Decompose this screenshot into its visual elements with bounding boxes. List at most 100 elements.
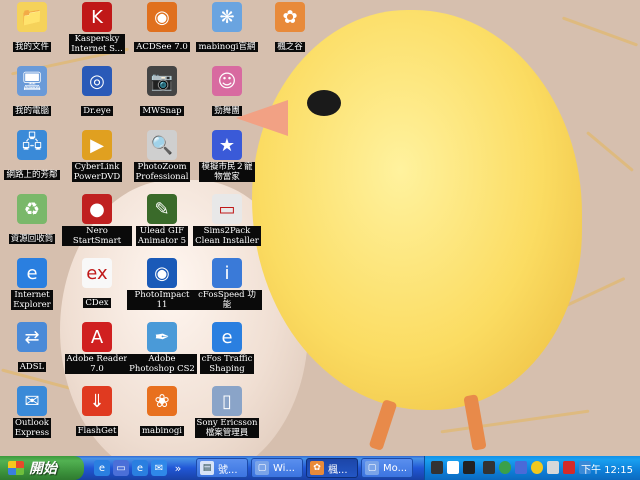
desktop-icon-label: cFosSpeed 功能 <box>192 290 262 310</box>
window-icon: ▢ <box>365 461 379 475</box>
task-button[interactable]: ▤ 號... <box>196 458 248 478</box>
audition-icon: ☺ <box>212 66 242 96</box>
network-icon[interactable] <box>515 461 527 474</box>
ie-icon[interactable]: e <box>132 460 148 476</box>
nero-icon: ● <box>82 194 112 224</box>
network-places-icon: 🖧 <box>17 130 47 160</box>
desktop-icon-label: Adobe Photoshop CS2 <box>127 354 197 374</box>
task-button[interactable]: ▢ Wi... <box>251 458 303 478</box>
desktop-icon-label: MWSnap <box>140 106 184 116</box>
mwsnap-icon: 📷 <box>147 66 177 96</box>
volume-icon[interactable] <box>547 461 559 474</box>
desktop-icon-dreye[interactable]: ◎ Dr.eye <box>62 66 132 117</box>
desktop-icon-cfosspeed[interactable]: i cFosSpeed 功能 <box>192 258 262 311</box>
desktop-icon-audition[interactable]: ☺ 勁舞團 <box>192 66 262 117</box>
smiley-icon[interactable] <box>531 461 543 474</box>
desktop-icon-cdex[interactable]: ex CDex <box>62 258 132 309</box>
task-label: Wi... <box>273 462 295 474</box>
messenger-icon[interactable] <box>499 461 511 474</box>
mabinogi-web-icon: ❋ <box>212 2 242 32</box>
desktop-icon-label: Outlook Express <box>12 418 52 438</box>
sony-ericsson-icon: ▯ <box>212 386 242 416</box>
task-button-active[interactable]: ✿ 楓... <box>306 458 358 478</box>
photozoom-icon: 🔍 <box>147 130 177 160</box>
windows-logo-icon <box>8 461 24 475</box>
task-label: 號... <box>218 464 238 476</box>
desktop-icon-adobe-reader[interactable]: A Adobe Reader 7.0 <box>62 322 132 375</box>
desktop-icon-mabinogi-web[interactable]: ❋ mabinogi官網 <box>192 2 262 53</box>
clock: 下午 12:15 <box>581 465 633 476</box>
desktop-icon-label: 我的電腦 <box>12 106 51 116</box>
desktop-icon-network-places[interactable]: 🖧 網路上的芳鄰 <box>0 130 67 181</box>
desktop-icon-cfos-traffic[interactable]: e cFos Traffic Shaping <box>192 322 262 375</box>
help-icon[interactable] <box>447 461 459 474</box>
desktop-icon-label: Internet Explorer <box>11 290 53 310</box>
desktop-icon-label: 網路上的芳鄰 <box>4 170 60 180</box>
window-icon: ▢ <box>255 461 269 475</box>
desktop-icon-label: Adobe Reader 7.0 <box>64 354 130 374</box>
desktop-background: 📁 我的文件 K Kaspersky Internet S... ◉ ACDSee 7.0… <box>0 0 640 456</box>
desktop-icon-photoimpact[interactable]: ◉ PhotoImpact 11 <box>127 258 197 311</box>
cdex-icon: ex <box>82 258 112 288</box>
ie-icon[interactable]: e <box>94 460 110 476</box>
desktop-icon-label: FlashGet <box>75 426 119 436</box>
start-label: 開始 <box>29 461 57 477</box>
desktop-icon-label: 勁舞團 <box>212 106 242 116</box>
adsl-icon: ⇄ <box>17 322 47 352</box>
dreye-icon: ◎ <box>82 66 112 96</box>
cfos-traffic-icon: e <box>212 322 242 352</box>
desktop-icon-kaspersky[interactable]: K Kaspersky Internet S... <box>62 2 132 55</box>
doc-icon: ▤ <box>200 461 214 475</box>
task-label: Mo... <box>383 462 408 474</box>
desktop-icon-my-computer[interactable]: 🖥 我的電腦 <box>0 66 67 117</box>
recycle-bin-icon: ♻ <box>17 194 47 224</box>
desktop-icon-label: PhotoImpact 11 <box>127 290 197 310</box>
powerdvd-icon: ▶ <box>82 130 112 160</box>
desktop-icon-mwsnap[interactable]: 📷 MWSnap <box>127 66 197 117</box>
desktop-icon-label: ACDSee 7.0 <box>134 42 190 52</box>
desktop-icon-adsl[interactable]: ⇄ ADSL <box>0 322 67 373</box>
desktop-icon-sony-ericsson[interactable]: ▯ Sony Ericsson 檔案管理員 <box>192 386 262 439</box>
start-button[interactable]: 開始 <box>0 456 84 480</box>
desktop-icon-my-documents[interactable]: 📁 我的文件 <box>0 2 67 53</box>
desktop-icon-nero[interactable]: ● Nero StartSmart <box>62 194 132 247</box>
kaspersky-tray-icon[interactable] <box>563 461 575 474</box>
desktop-icon-label: CyberLink PowerDVD <box>71 162 123 182</box>
desktop-icon-label: Kaspersky Internet S... <box>69 34 125 54</box>
maplestory-icon: ✿ <box>275 2 305 32</box>
desktop-icon-maplestory[interactable]: ✿ 楓之谷 <box>255 2 325 53</box>
desktop-icon-photoshop[interactable]: ✒ Adobe Photoshop CS2 <box>127 322 197 375</box>
desktop-icon[interactable]: ▭ <box>113 460 129 476</box>
desktop-icon-flashget[interactable]: ⇓ FlashGet <box>62 386 132 437</box>
taskbar: 開始 e ▭ e ✉ » ▤ 號... ▢ Wi... ✿ 楓... ▢ Mo.… <box>0 456 640 480</box>
desktop-icon-label: Ulead GIF Animator 5 <box>135 226 189 246</box>
photoshop-icon: ✒ <box>147 322 177 352</box>
desktop-icon-label: Sims2Pack Clean Installer <box>193 226 261 246</box>
desktop-icon-label: 楓之谷 <box>275 42 305 52</box>
ie-icon: e <box>17 258 47 288</box>
clock-tray-icon[interactable] <box>463 461 475 474</box>
outlook-express-icon: ✉ <box>17 386 47 416</box>
desktop-icon-ie[interactable]: e Internet Explorer <box>0 258 67 311</box>
desktop-icon-label: ADSL <box>17 362 47 372</box>
printer-icon[interactable] <box>483 461 495 474</box>
desktop-icon-mabinogi[interactable]: ❀ mabinogi <box>127 386 197 437</box>
desktop-icon-photozoom[interactable]: 🔍 PhotoZoom Professional <box>127 130 197 183</box>
desktop-icon-label: mabinogi官網 <box>196 42 258 52</box>
task-label: 楓... <box>328 464 348 476</box>
desktop-icon-outlook-express[interactable]: ✉ Outlook Express <box>0 386 67 439</box>
outlook-icon[interactable]: ✉ <box>151 460 167 476</box>
desktop-icon-acdsee[interactable]: ◉ ACDSee 7.0 <box>127 2 197 53</box>
desktop-icon-recycle-bin[interactable]: ♻ 資源回收筒 <box>0 194 67 245</box>
desktop-icon-sims2pack[interactable]: ▭ Sims2Pack Clean Installer <box>192 194 262 247</box>
chevron-icon[interactable]: » <box>172 460 184 476</box>
desktop-icon-label: CDex <box>83 298 111 308</box>
acdsee-icon: ◉ <box>147 2 177 32</box>
task-button[interactable]: ▢ Mo... <box>361 458 413 478</box>
desktop-icon-powerdvd[interactable]: ▶ CyberLink PowerDVD <box>62 130 132 183</box>
system-tray: 下午 12:15 <box>424 456 640 480</box>
desktop-icon-ulead-gif[interactable]: ✎ Ulead GIF Animator 5 <box>127 194 197 247</box>
sims2pack-icon: ▭ <box>212 194 242 224</box>
keyboard-icon[interactable] <box>431 461 443 474</box>
desktop-icon-sims2-pets[interactable]: ★ 模擬市民２寵 物當家 <box>192 130 262 183</box>
